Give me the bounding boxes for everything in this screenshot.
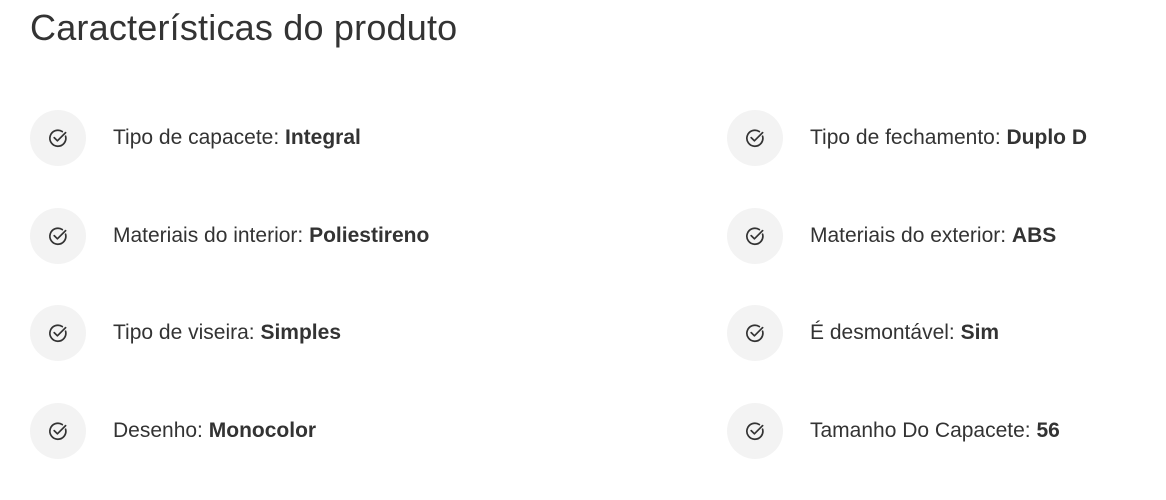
spec-item-tipo-de-viseira: Tipo de viseira: Simples bbox=[30, 305, 727, 361]
spec-item-tamanho-do-capacete: Tamanho Do Capacete: 56 bbox=[727, 402, 1150, 459]
spec-item-e-desmontavel: É desmontável: Sim bbox=[727, 305, 1150, 361]
spec-value: 56 bbox=[1036, 418, 1060, 442]
spec-item-tipo-de-fechamento: Tipo de fechamento: Duplo D bbox=[727, 110, 1150, 166]
spec-value: ABS bbox=[1011, 223, 1057, 247]
spec-text: Tipo de fechamento: Duplo D bbox=[810, 110, 1087, 166]
spec-value: Poliestireno bbox=[309, 223, 430, 247]
check-circle-icon bbox=[30, 402, 86, 459]
spec-label: Tamanho Do Capacete: bbox=[810, 418, 1031, 442]
spec-text: Tipo de capacete: Integral bbox=[113, 110, 361, 166]
page-title: Características do produto bbox=[30, 7, 458, 48]
spec-value: Monocolor bbox=[208, 418, 317, 442]
spec-label: Desenho: bbox=[113, 418, 203, 442]
spec-label: Materiais do interior: bbox=[113, 223, 304, 247]
spec-value: Simples bbox=[260, 321, 342, 344]
spec-item-materiais-do-interior: Materiais do interior: Poliestireno bbox=[30, 207, 727, 264]
spec-value: Integral bbox=[285, 126, 361, 149]
spec-label: Tipo de viseira: bbox=[113, 321, 255, 344]
spec-label: Materiais do exterior: bbox=[810, 223, 1007, 247]
spec-text: Tipo de viseira: Simples bbox=[113, 305, 341, 361]
spec-item-desenho: Desenho: Monocolor bbox=[30, 402, 727, 459]
check-circle-icon bbox=[30, 207, 86, 264]
spec-text: Materiais do interior: Poliestireno bbox=[113, 208, 429, 264]
check-circle-icon bbox=[30, 305, 86, 361]
check-circle-icon bbox=[727, 207, 783, 264]
spec-text: Materiais do exterior: ABS bbox=[810, 208, 1056, 264]
spec-value: Duplo D bbox=[1006, 126, 1087, 149]
spec-text: Desenho: Monocolor bbox=[113, 403, 316, 459]
product-specs-grid: Tipo de capacete: Integral Tipo de fecha… bbox=[30, 110, 1150, 500]
spec-label: Tipo de fechamento: bbox=[810, 126, 1001, 149]
spec-label: É desmontável: bbox=[810, 321, 955, 344]
spec-text: Tamanho Do Capacete: 56 bbox=[810, 403, 1060, 459]
check-circle-icon bbox=[727, 110, 783, 166]
spec-item-tipo-de-capacete: Tipo de capacete: Integral bbox=[30, 110, 727, 166]
check-circle-icon bbox=[30, 110, 86, 166]
spec-value: Sim bbox=[960, 321, 1000, 344]
check-circle-icon bbox=[727, 305, 783, 361]
spec-item-materiais-do-exterior: Materiais do exterior: ABS bbox=[727, 207, 1150, 264]
check-circle-icon bbox=[727, 402, 783, 459]
spec-label: Tipo de capacete: bbox=[113, 126, 280, 149]
spec-text: É desmontável: Sim bbox=[810, 305, 999, 361]
